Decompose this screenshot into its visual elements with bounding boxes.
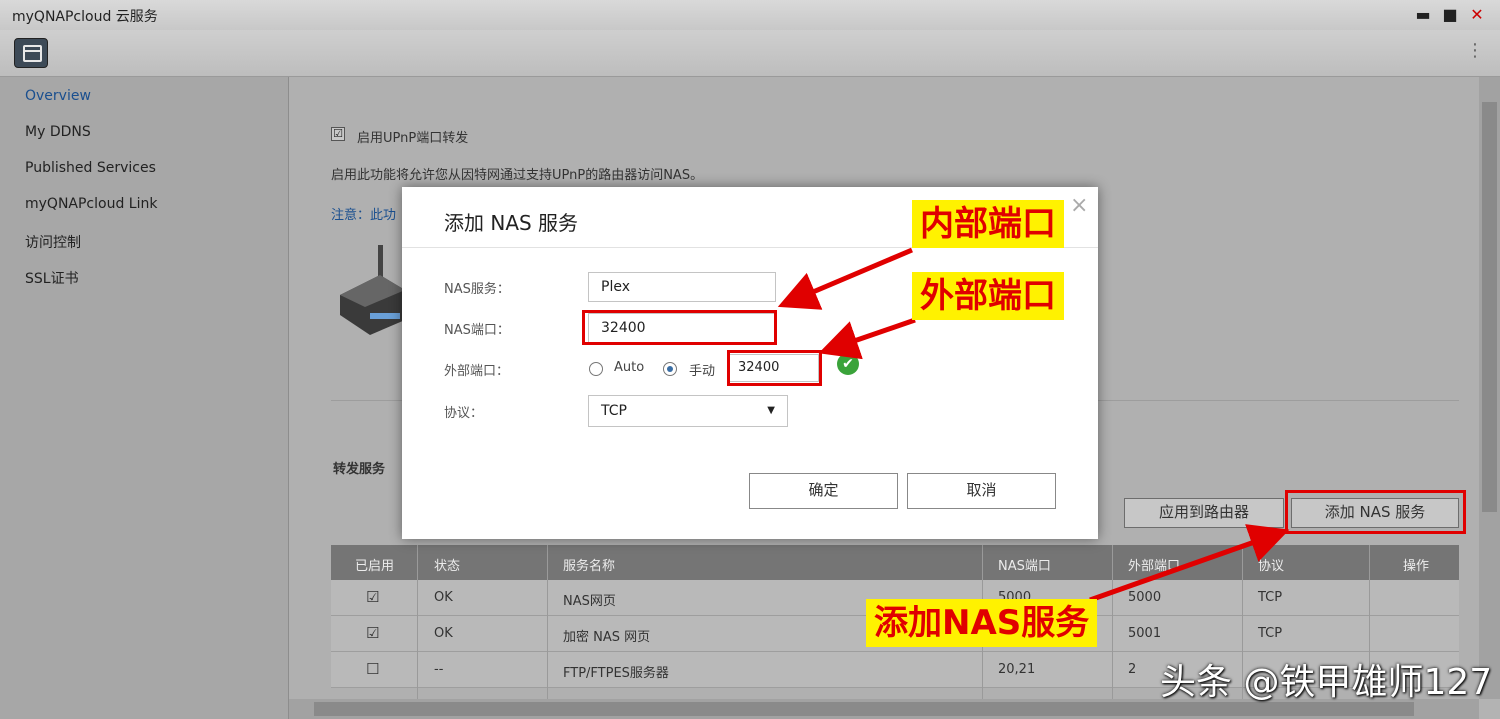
- internal-port-callout: 内部端口: [912, 200, 1064, 248]
- watermark-text: 头条 @铁甲雄师127: [1160, 662, 1493, 703]
- external-port-callout: 外部端口: [912, 272, 1064, 320]
- arrow-add-service: [1089, 524, 1290, 603]
- add-service-callout: 添加NAS服务: [866, 599, 1098, 647]
- arrow-external-port: [818, 317, 916, 360]
- arrow-internal-port: [777, 247, 913, 310]
- annotation-arrows: [777, 247, 1290, 603]
